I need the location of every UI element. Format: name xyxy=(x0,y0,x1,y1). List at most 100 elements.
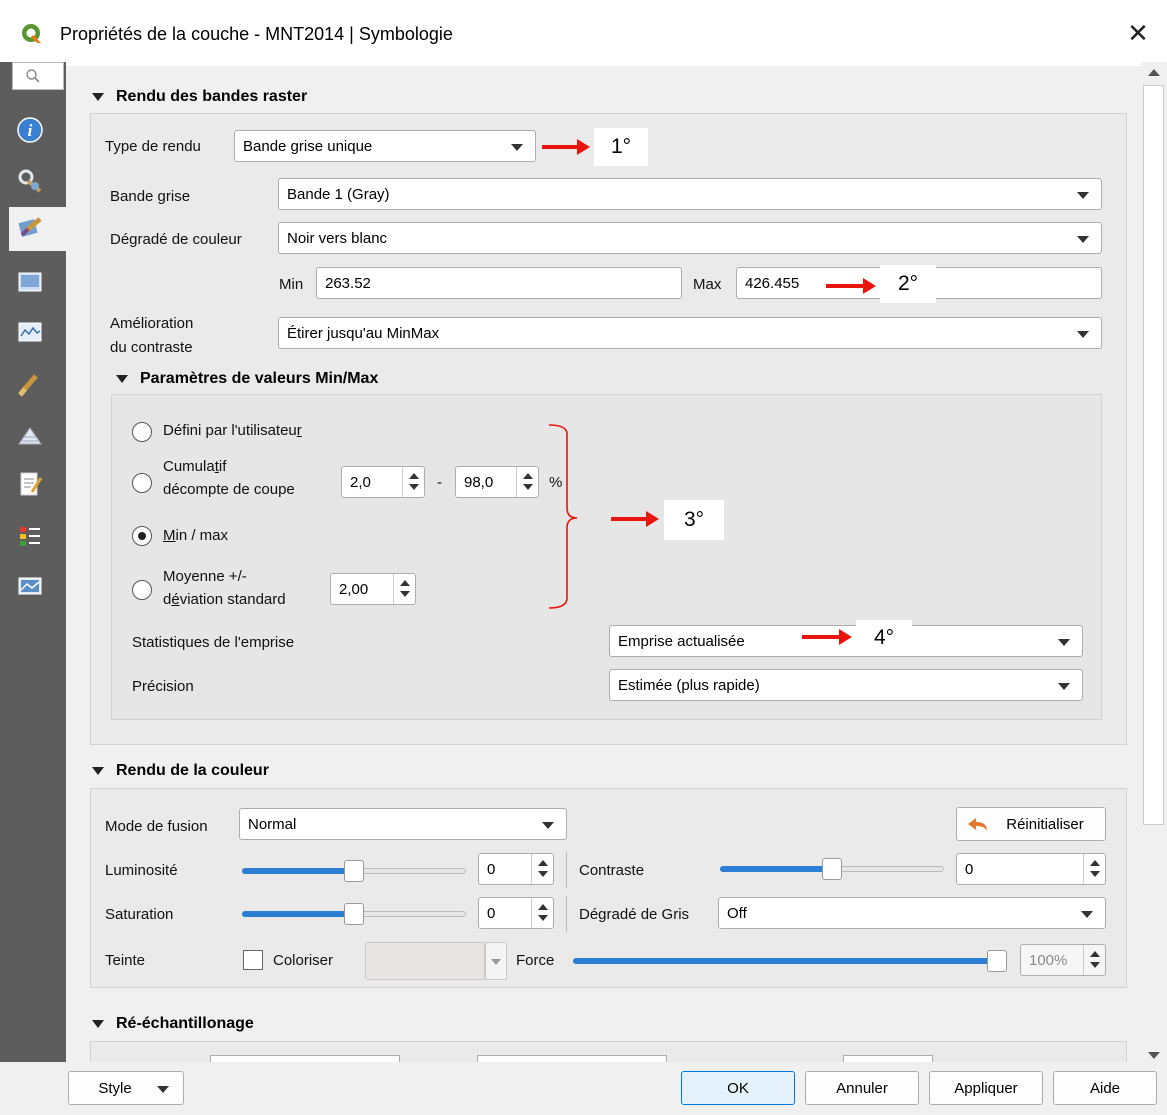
transparency-icon[interactable] xyxy=(16,268,44,296)
cumulative-label-1: Cumulatif xyxy=(163,458,227,475)
strength-slider[interactable] xyxy=(573,950,1007,972)
std-dev-spinbox[interactable]: 2,00 xyxy=(330,573,416,605)
resample-header[interactable]: Ré-échantillonage xyxy=(92,1015,254,1033)
cumulative-dash: - xyxy=(437,474,442,491)
collapse-icon xyxy=(92,766,104,775)
colorize-checkbox[interactable] xyxy=(243,950,263,970)
annotation-4: 4° xyxy=(856,620,912,656)
min-input[interactable]: 263.52 xyxy=(316,267,682,299)
annotation-arrow-3 xyxy=(611,511,659,527)
color-swatch-button[interactable] xyxy=(365,942,485,980)
metadata-icon[interactable] xyxy=(16,470,44,498)
chevron-down-icon xyxy=(1058,683,1070,690)
search-icon xyxy=(26,69,40,83)
gradient-select[interactable]: Noir vers blanc xyxy=(278,222,1102,254)
user-defined-label: Défini par l'utilisateur xyxy=(163,422,302,439)
chevron-down-icon xyxy=(1077,331,1089,338)
apply-button[interactable]: Appliquer xyxy=(929,1071,1043,1105)
color-dropdown[interactable] xyxy=(485,942,507,980)
radio-cumulative[interactable] xyxy=(132,473,152,493)
cumulative-low-spinbox[interactable]: 2,0 xyxy=(341,466,425,498)
scroll-thumb[interactable] xyxy=(1143,85,1164,825)
chevron-down-icon xyxy=(542,822,554,829)
brightness-spinbox[interactable]: 0 xyxy=(478,853,554,885)
close-icon[interactable]: ✕ xyxy=(1123,18,1153,48)
hue-label: Teinte xyxy=(105,952,146,969)
contrast-slider-label: Contraste xyxy=(579,862,645,879)
saturation-label: Saturation xyxy=(105,906,174,923)
server-icon[interactable] xyxy=(16,572,44,600)
grayscale-label: Dégradé de Gris xyxy=(579,906,690,923)
annotation-1: 1° xyxy=(594,128,648,166)
title-bar: Propriétés de la couche - MNT2014 | Symb… xyxy=(0,0,1167,66)
source-icon[interactable] xyxy=(16,167,44,195)
gray-band-label: Bande grise xyxy=(110,188,191,205)
radio-user-defined[interactable] xyxy=(132,422,152,442)
collapse-icon xyxy=(116,374,128,383)
min-label: Min xyxy=(279,276,304,293)
rendering-icon[interactable] xyxy=(16,370,44,398)
spin-arrows-icon[interactable] xyxy=(531,854,553,884)
cancel-button[interactable]: Annuler xyxy=(805,1071,919,1105)
spin-arrows-icon[interactable] xyxy=(402,467,424,497)
blend-mode-label: Mode de fusion xyxy=(105,818,208,835)
brightness-slider[interactable] xyxy=(242,860,466,882)
chevron-down-icon xyxy=(1058,639,1070,646)
chevron-down-icon xyxy=(1077,192,1089,199)
render-type-select[interactable]: Bande grise unique xyxy=(234,130,536,162)
spin-arrows-icon[interactable] xyxy=(393,574,415,604)
legend-icon[interactable] xyxy=(16,522,44,550)
qgis-logo-icon xyxy=(22,24,41,43)
chevron-down-icon xyxy=(1077,236,1089,243)
scroll-down-icon[interactable] xyxy=(1148,1052,1160,1060)
style-menu-button[interactable]: Style xyxy=(68,1071,184,1105)
cumulative-high-spinbox[interactable]: 98,0 xyxy=(455,466,539,498)
band-render-header[interactable]: Rendu des bandes raster xyxy=(92,88,307,106)
color-render-header[interactable]: Rendu de la couleur xyxy=(92,762,269,780)
information-icon[interactable]: i xyxy=(16,116,44,144)
precision-select[interactable]: Estimée (plus rapide) xyxy=(609,669,1083,701)
annotation-3: 3° xyxy=(664,500,724,540)
mean-std-label-1: Moyenne +/- xyxy=(163,568,247,585)
annotation-arrow-1 xyxy=(542,139,590,155)
divider xyxy=(566,896,567,932)
max-label: Max xyxy=(693,276,722,293)
annotation-bracket xyxy=(548,424,578,609)
spin-arrows-icon[interactable] xyxy=(531,898,553,928)
contrast-enhancement-select[interactable]: Étirer jusqu'au MinMax xyxy=(278,317,1102,349)
grayscale-select[interactable]: Off xyxy=(718,897,1106,929)
radio-min-max[interactable] xyxy=(132,526,152,546)
help-button[interactable]: Aide xyxy=(1053,1071,1157,1105)
strength-spinbox[interactable]: 100% xyxy=(1020,944,1106,976)
blend-mode-select[interactable]: Normal xyxy=(239,808,567,840)
gradient-label: Dégradé de couleur xyxy=(110,231,242,248)
saturation-spinbox[interactable]: 0 xyxy=(478,897,554,929)
colorize-label: Coloriser xyxy=(273,952,334,969)
radio-mean-std[interactable] xyxy=(132,580,152,600)
histogram-icon[interactable] xyxy=(16,318,44,346)
spin-arrows-icon[interactable] xyxy=(1083,945,1105,975)
spin-arrows-icon[interactable] xyxy=(1083,854,1105,884)
symbology-icon[interactable] xyxy=(16,213,44,241)
min-max-label: Min / max xyxy=(163,527,229,544)
annotation-arrow-4 xyxy=(802,629,852,645)
contrast-slider[interactable] xyxy=(720,858,944,880)
contrast-label-2: du contraste xyxy=(110,339,193,356)
spin-arrows-icon[interactable] xyxy=(516,467,538,497)
scroll-up-icon[interactable] xyxy=(1148,68,1160,76)
svg-text:i: i xyxy=(28,121,33,140)
contrast-spinbox[interactable]: 0 xyxy=(956,853,1106,885)
ok-button[interactable]: OK xyxy=(681,1071,795,1105)
precision-label: Précision xyxy=(132,678,194,695)
reset-button[interactable]: Réinitialiser xyxy=(956,807,1106,841)
chevron-down-icon xyxy=(491,959,501,965)
minmax-header[interactable]: Paramètres de valeurs Min/Max xyxy=(116,370,378,388)
collapse-icon xyxy=(92,1019,104,1028)
pyramids-icon[interactable] xyxy=(16,422,44,450)
saturation-slider[interactable] xyxy=(242,903,466,925)
contrast-label-1: Amélioration xyxy=(110,315,194,332)
gray-band-select[interactable]: Bande 1 (Gray) xyxy=(278,178,1102,210)
sidebar-search[interactable] xyxy=(12,62,64,90)
extent-label: Statistiques de l'emprise xyxy=(132,634,295,651)
strength-label: Force xyxy=(516,952,555,969)
